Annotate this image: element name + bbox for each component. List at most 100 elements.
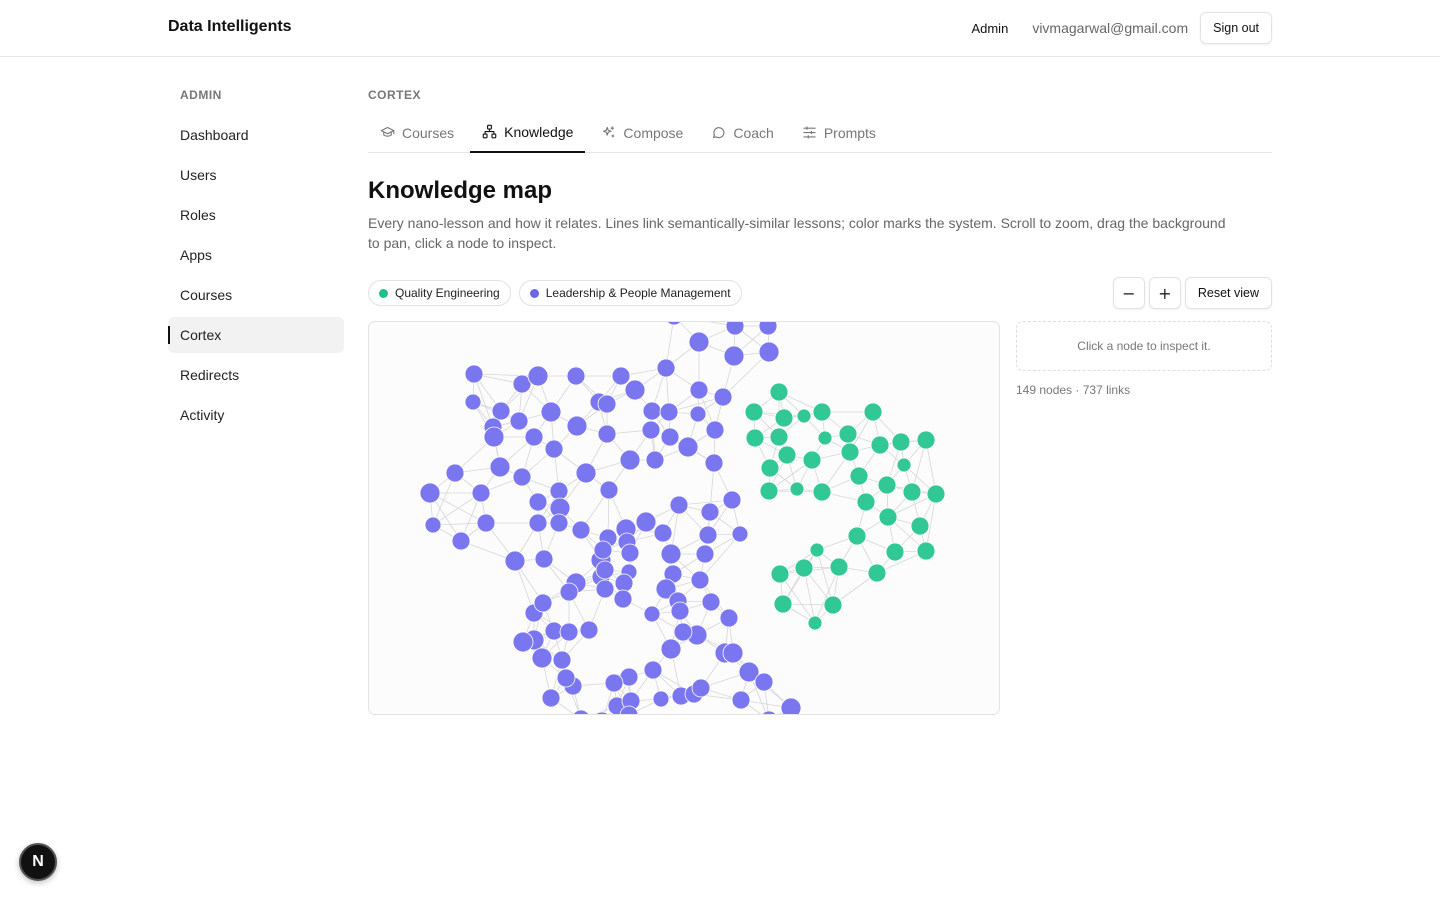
graph-node-quality[interactable] bbox=[891, 432, 911, 452]
graph-node-quality[interactable] bbox=[744, 402, 764, 422]
graph-node-quality[interactable] bbox=[823, 595, 843, 615]
tab-prompts[interactable]: Prompts bbox=[790, 112, 888, 153]
graph-node-quality[interactable] bbox=[773, 594, 793, 614]
graph-node-quality[interactable] bbox=[817, 430, 833, 446]
reset-view-button[interactable]: Reset view bbox=[1184, 277, 1272, 309]
sign-out-button[interactable]: Sign out bbox=[1200, 12, 1272, 44]
graph-node-leadership[interactable] bbox=[760, 710, 778, 715]
graph-node-leadership[interactable] bbox=[704, 453, 724, 473]
graph-node-leadership[interactable] bbox=[691, 678, 711, 698]
graph-node-leadership[interactable] bbox=[528, 513, 548, 533]
graph-node-leadership[interactable] bbox=[665, 322, 683, 326]
sidebar-item-activity[interactable]: Activity bbox=[168, 397, 344, 433]
graph-node-leadership[interactable] bbox=[476, 513, 496, 533]
graph-node-leadership[interactable] bbox=[645, 450, 665, 470]
legend-item-leadership[interactable]: Leadership & People Management bbox=[518, 280, 742, 306]
graph-node-leadership[interactable] bbox=[656, 358, 676, 378]
graph-node-quality[interactable] bbox=[896, 457, 912, 473]
graph-node-leadership[interactable] bbox=[541, 688, 561, 708]
graph-node-leadership[interactable] bbox=[595, 560, 615, 580]
graph-node-leadership[interactable] bbox=[419, 482, 441, 504]
graph-node-leadership[interactable] bbox=[713, 387, 733, 407]
graph-node-leadership[interactable] bbox=[725, 322, 745, 336]
graph-node-leadership[interactable] bbox=[451, 531, 471, 551]
graph-node-leadership[interactable] bbox=[660, 543, 682, 565]
zoom-out-button[interactable]: − bbox=[1112, 277, 1145, 309]
graph-node-leadership[interactable] bbox=[544, 439, 564, 459]
graph-node-quality[interactable] bbox=[877, 475, 897, 495]
graph-node-quality[interactable] bbox=[769, 382, 789, 402]
graph-node-leadership[interactable] bbox=[611, 366, 631, 386]
brand-name[interactable]: Data Intelligents bbox=[168, 18, 292, 36]
graph-node-quality[interactable] bbox=[916, 541, 936, 561]
graph-node-leadership[interactable] bbox=[549, 481, 569, 501]
graph-node-quality[interactable] bbox=[789, 481, 805, 497]
graph-node-leadership[interactable] bbox=[559, 582, 579, 602]
graph-node-leadership[interactable] bbox=[619, 449, 641, 471]
graph-node-quality[interactable] bbox=[902, 482, 922, 502]
graph-node-leadership[interactable] bbox=[559, 622, 579, 642]
graph-node-leadership[interactable] bbox=[575, 462, 597, 484]
graph-node-quality[interactable] bbox=[777, 445, 797, 465]
graph-node-leadership[interactable] bbox=[592, 711, 612, 715]
graph-node-quality[interactable] bbox=[885, 542, 905, 562]
graph-node-leadership[interactable] bbox=[719, 608, 739, 628]
graph-node-leadership[interactable] bbox=[731, 525, 749, 543]
graph-node-leadership[interactable] bbox=[673, 622, 693, 642]
graph-node-quality[interactable] bbox=[926, 484, 946, 504]
graph-node-leadership[interactable] bbox=[509, 411, 529, 431]
graph-node-leadership[interactable] bbox=[552, 650, 572, 670]
graph-node-quality[interactable] bbox=[878, 507, 898, 527]
graph-node-leadership[interactable] bbox=[524, 427, 544, 447]
graph-node-quality[interactable] bbox=[794, 558, 814, 578]
graph-node-leadership[interactable] bbox=[698, 525, 718, 545]
graph-node-leadership[interactable] bbox=[758, 322, 778, 336]
graph-node-leadership[interactable] bbox=[689, 405, 707, 423]
graph-node-leadership[interactable] bbox=[566, 415, 588, 437]
graph-node-leadership[interactable] bbox=[641, 420, 661, 440]
graph-node-leadership[interactable] bbox=[614, 573, 634, 593]
graph-node-leadership[interactable] bbox=[512, 631, 534, 653]
graph-node-leadership[interactable] bbox=[731, 690, 751, 710]
graph-node-leadership[interactable] bbox=[660, 427, 680, 447]
graph-node-leadership[interactable] bbox=[599, 480, 619, 500]
graph-node-leadership[interactable] bbox=[464, 393, 482, 411]
graph-node-leadership[interactable] bbox=[504, 550, 526, 572]
graph-node-leadership[interactable] bbox=[635, 511, 657, 533]
graph-node-quality[interactable] bbox=[759, 481, 779, 501]
tab-knowledge[interactable]: Knowledge bbox=[470, 112, 586, 153]
graph-node-leadership[interactable] bbox=[643, 605, 661, 623]
sidebar-item-apps[interactable]: Apps bbox=[168, 237, 344, 273]
zoom-in-button[interactable]: + bbox=[1148, 277, 1181, 309]
sidebar-item-users[interactable]: Users bbox=[168, 157, 344, 193]
graph-node-leadership[interactable] bbox=[572, 709, 590, 715]
graph-node-leadership[interactable] bbox=[593, 540, 613, 560]
graph-node-quality[interactable] bbox=[812, 402, 832, 422]
tab-coach[interactable]: Coach bbox=[699, 112, 785, 153]
graph-node-quality[interactable] bbox=[807, 615, 823, 631]
graph-node-quality[interactable] bbox=[809, 542, 825, 558]
graph-node-leadership[interactable] bbox=[571, 520, 591, 540]
graph-node-leadership[interactable] bbox=[701, 592, 721, 612]
graph-node-quality[interactable] bbox=[769, 427, 789, 447]
graph-node-leadership[interactable] bbox=[659, 402, 679, 422]
graph-node-leadership[interactable] bbox=[483, 426, 505, 448]
graph-node-leadership[interactable] bbox=[758, 341, 780, 363]
graph-node-leadership[interactable] bbox=[620, 543, 640, 563]
graph-node-leadership[interactable] bbox=[597, 394, 617, 414]
graph-node-leadership[interactable] bbox=[690, 570, 710, 590]
graph-node-leadership[interactable] bbox=[491, 401, 511, 421]
graph-node-quality[interactable] bbox=[802, 450, 822, 470]
graph-node-leadership[interactable] bbox=[688, 331, 710, 353]
graph-node-leadership[interactable] bbox=[722, 642, 744, 664]
graph-node-quality[interactable] bbox=[870, 435, 890, 455]
graph-node-leadership[interactable] bbox=[722, 490, 742, 510]
graph-node-leadership[interactable] bbox=[471, 483, 491, 503]
graph-node-leadership[interactable] bbox=[643, 660, 663, 680]
sidebar-item-dashboard[interactable]: Dashboard bbox=[168, 117, 344, 153]
graph-node-leadership[interactable] bbox=[670, 601, 690, 621]
graph-node-quality[interactable] bbox=[840, 442, 860, 462]
graph-node-quality[interactable] bbox=[812, 482, 832, 502]
graph-node-quality[interactable] bbox=[770, 564, 790, 584]
graph-node-quality[interactable] bbox=[847, 526, 867, 546]
